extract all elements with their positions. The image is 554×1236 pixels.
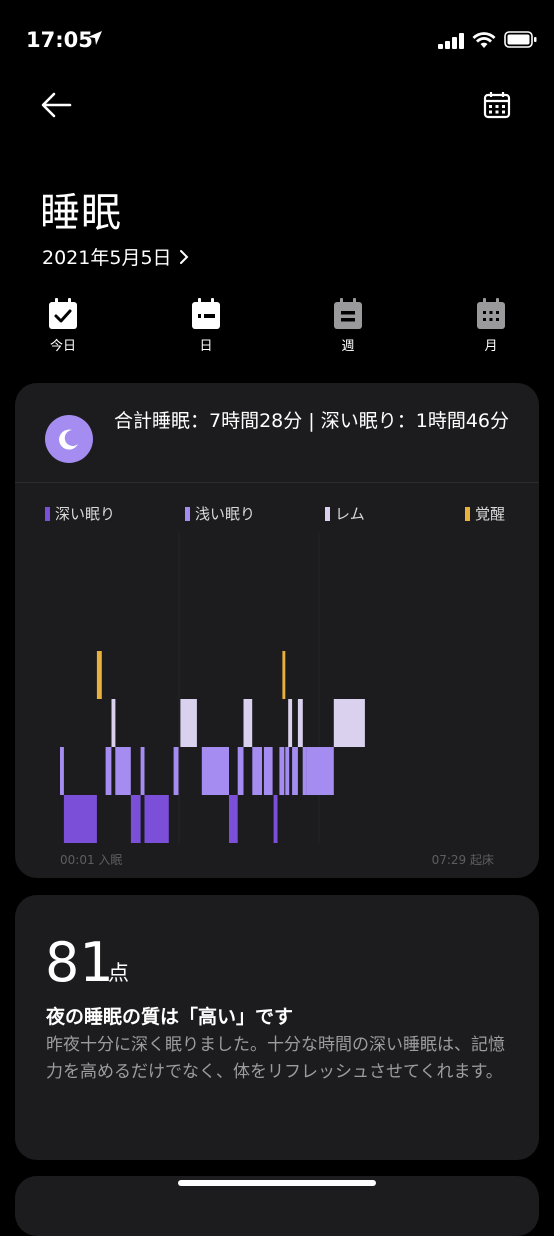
chart-end-label: 07:29 起床 xyxy=(431,853,494,867)
sleep-quality-description: 昨夜十分に深く眠りました。十分な時間の深い睡眠は、記憶力を高めるだけでなく、体を… xyxy=(46,1035,505,1082)
calendar-week-icon xyxy=(334,298,362,329)
sleep-score-value: 81 xyxy=(45,931,114,994)
status-bar: 17:05 xyxy=(0,0,554,80)
tab-month[interactable]: 月 xyxy=(461,298,521,354)
cellular-signal-icon xyxy=(438,33,464,49)
light-sleep-bar xyxy=(201,747,229,795)
rem-sleep-bar xyxy=(243,699,253,747)
date-selector[interactable]: 2021年5月5日 xyxy=(42,243,190,270)
tab-today-label: 今日 xyxy=(49,339,76,354)
light-sleep-bar xyxy=(279,747,285,795)
date-label: 2021年5月5日 xyxy=(42,247,172,269)
chevron-right-icon xyxy=(179,249,188,264)
card-divider xyxy=(15,482,539,483)
rem-sleep-bar xyxy=(180,699,197,747)
back-button[interactable] xyxy=(38,88,78,122)
awake-bar xyxy=(282,651,286,699)
moon-icon xyxy=(45,415,93,463)
light-sleep-bar xyxy=(302,747,307,795)
rem-sleep-bar xyxy=(333,699,365,747)
light-sleep-bar xyxy=(60,747,64,795)
page-title: 睡眠 xyxy=(40,190,122,236)
calendar-day-icon xyxy=(192,298,220,329)
light-sleep-bar xyxy=(306,747,334,795)
light-sleep-bar xyxy=(115,747,131,795)
sleep-score-unit: 点 xyxy=(108,961,129,985)
light-sleep-bar xyxy=(252,747,262,795)
calendar-button[interactable] xyxy=(480,88,516,122)
sleep-score-card[interactable]: 81 点 夜の睡眠の質は「高い」です 昨夜十分に深く眠りました。十分な時間の深い… xyxy=(15,895,539,1160)
awake-bar xyxy=(96,651,102,699)
tab-week[interactable]: 週 xyxy=(318,298,378,354)
battery-icon xyxy=(504,31,537,48)
sleep-quality-title: 夜の睡眠の質は「高い」です xyxy=(46,1006,294,1028)
deep-sleep-bar xyxy=(63,795,97,843)
tab-day[interactable]: 日 xyxy=(176,298,236,354)
deep-sleep-bar xyxy=(130,795,141,843)
rem-sleep-bar xyxy=(111,699,116,747)
light-sleep-bar xyxy=(173,747,179,795)
calendar-check-icon xyxy=(49,298,77,329)
wifi-icon xyxy=(472,32,496,48)
deep-sleep-bar xyxy=(273,795,278,843)
deep-sleep-bar xyxy=(229,795,238,843)
sleep-total-summary: 合計睡眠：7時間28分 | 深い眠り：1時間46分 xyxy=(114,410,510,432)
tab-day-label: 日 xyxy=(199,339,213,354)
back-arrow-icon xyxy=(41,92,72,118)
light-sleep-bar xyxy=(263,747,273,795)
light-sleep-bar xyxy=(292,747,298,795)
sleep-summary-card[interactable]: 合計睡眠：7時間28分 | 深い眠り：1時間46分 深い眠り 浅い眠り レム 覚… xyxy=(15,383,539,878)
home-indicator xyxy=(178,1180,376,1186)
status-time: 17:05 xyxy=(26,28,93,52)
period-tabs: 今日 日 週 月 xyxy=(0,298,554,358)
calendar-month-icon xyxy=(477,298,505,329)
light-sleep-bar xyxy=(140,747,145,795)
light-sleep-bar xyxy=(285,747,290,795)
tab-today[interactable]: 今日 xyxy=(33,298,93,354)
deep-sleep-bar xyxy=(144,795,169,843)
calendar-icon xyxy=(483,92,511,119)
light-sleep-bar xyxy=(237,747,244,795)
light-sleep-bar xyxy=(105,747,112,795)
chart-start-label: 00:01 入眠 xyxy=(60,853,123,867)
rem-sleep-bar xyxy=(288,699,293,747)
rem-sleep-bar xyxy=(297,699,303,747)
sleep-stage-chart xyxy=(60,533,365,843)
location-arrow-icon xyxy=(88,31,102,45)
tab-month-label: 月 xyxy=(484,339,498,354)
tab-week-label: 週 xyxy=(341,339,355,354)
